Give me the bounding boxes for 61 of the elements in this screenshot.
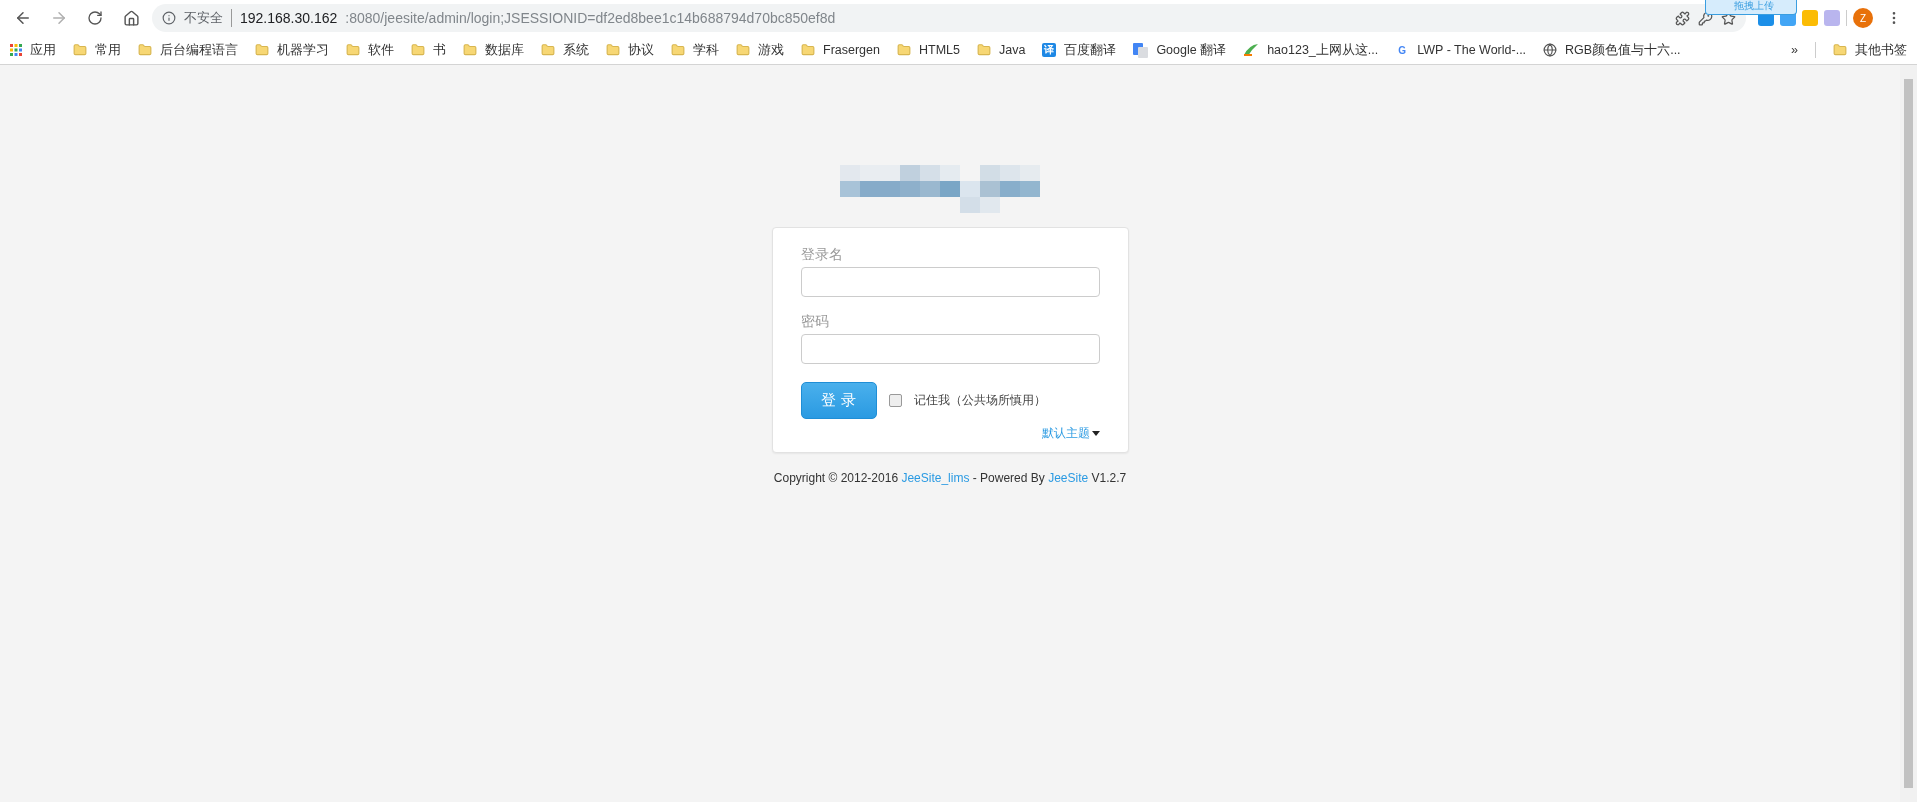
bookmark[interactable]: 机器学习 [255,41,329,59]
password-field[interactable] [800,334,1100,364]
bookmark[interactable]: 应用 [10,41,56,59]
folder-icon [346,43,360,57]
bookmark[interactable]: 软件 [346,41,394,59]
bookmark[interactable]: 数据库 [463,41,524,59]
copyright-text: Copyright © 2012-2016 JeeSite_lims - Powered By JeeSite V1.2.7 [773,471,1127,485]
bookmark[interactable]: 其他书签 [1833,41,1907,59]
bookmark[interactable]: Java [976,43,1026,57]
info-icon [162,11,176,25]
folder-icon [671,43,685,57]
security-label: 不安全 [184,9,232,27]
bookmark[interactable]: 学科 [671,41,719,59]
translate-icon [1133,42,1149,58]
bookmark[interactable]: Frasergen [801,43,880,57]
folder-icon [606,43,620,57]
folder-icon [897,43,911,57]
field-label: 密码 [800,313,830,331]
bookmark[interactable]: 常用 [73,41,121,59]
home-icon [122,9,140,27]
bookmark[interactable]: 译 百度翻译 [1042,41,1117,59]
scrollbar[interactable] [1904,79,1913,788]
bookmark[interactable]: HTML5 [897,43,960,57]
remember-checkbox[interactable] [888,394,902,407]
caret-icon [1091,431,1100,436]
bookmark[interactable]: 协议 [606,41,654,59]
url-path: :8080/jeesite/admin/login;JSESSIONID=df2ed8bee1c14b688794d70bc850ef8d [345,10,836,26]
forward-icon [50,9,68,27]
folder-icon [138,43,152,57]
bookmark[interactable]: 书 [411,41,446,59]
reload-icon [87,10,103,26]
extension-popup: 拖拽上传 [1705,0,1797,15]
overflow-button[interactable]: » [1791,43,1798,57]
apps-icon [10,44,22,56]
folder-icon [463,43,477,57]
remember-label: 记住我（公共场所慎用） [913,392,1046,409]
bookmark[interactable]: G LWP - The World-... [1395,43,1527,57]
folder-icon [255,43,269,57]
folder-icon [801,43,815,57]
folder-icon [541,43,555,57]
bookmark[interactable]: 后台编程语言 [138,41,238,59]
bookmark[interactable]: Google 翻译 [1133,41,1227,59]
globe-icon [1543,43,1558,57]
folder-icon [1833,43,1847,57]
bookmark[interactable]: RGB颜色值与十六... [1543,41,1681,59]
username-field[interactable] [800,267,1100,297]
bookmark[interactable]: 系统 [541,41,589,59]
key-icon[interactable] [1698,10,1713,26]
folder-icon [736,43,750,57]
puzzle-icon[interactable] [1675,10,1690,26]
url-host: 192.168.30.162 [240,10,338,26]
bookmark[interactable]: 游戏 [736,41,784,59]
folder-icon [73,43,87,57]
field-label: 登录名 [800,246,844,264]
translate-icon: 译 [1042,43,1057,57]
folder-icon [411,43,425,57]
back-icon [14,9,32,27]
bookmark[interactable]: hao123_上网从这... [1243,41,1379,59]
folder-icon [976,43,991,57]
google-icon: G [1395,43,1410,57]
leaf-icon [1243,43,1260,57]
